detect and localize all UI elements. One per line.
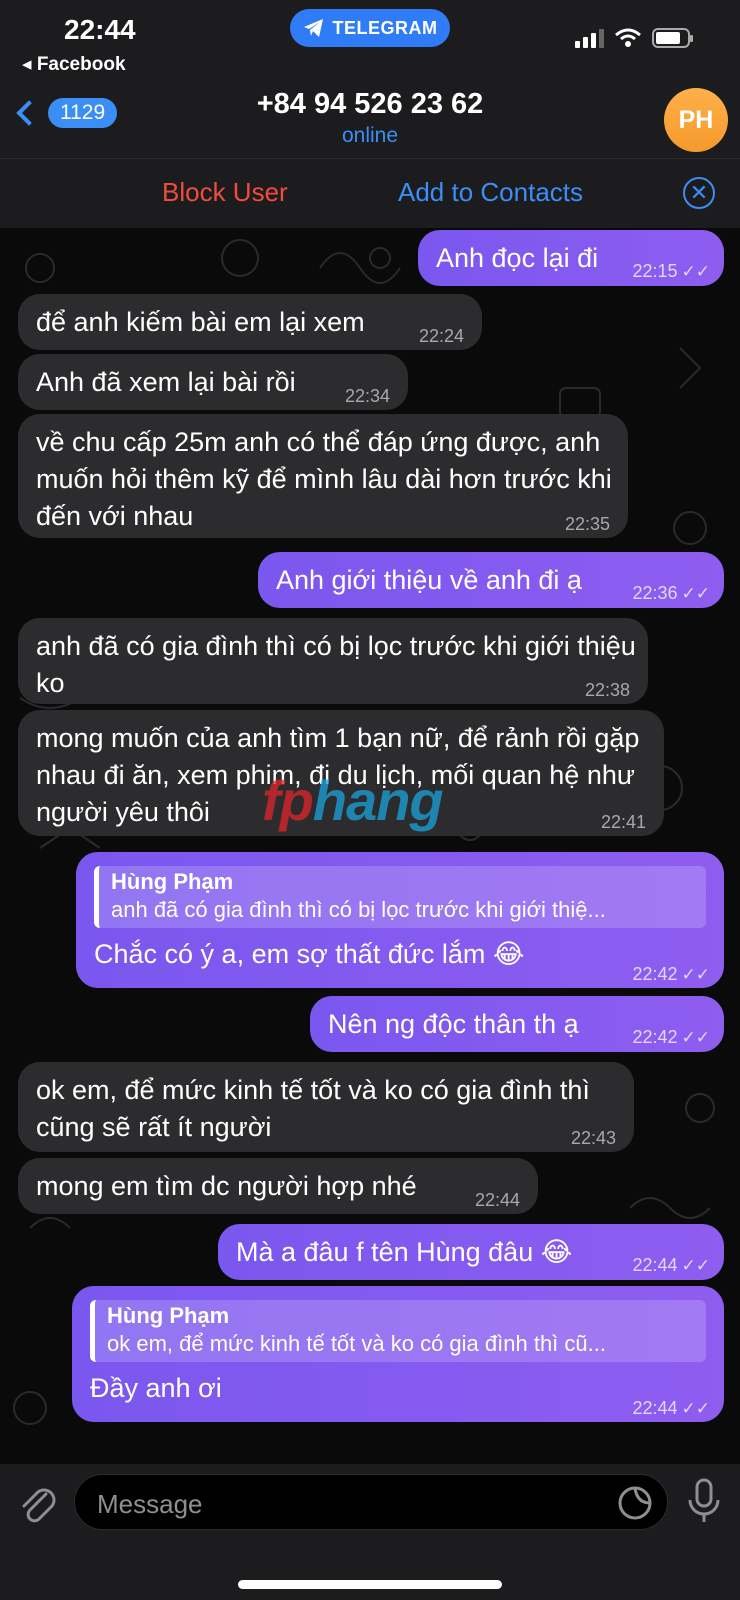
reply-author: Hùng Phạm — [107, 1303, 230, 1328]
message-bubble-incoming[interactable]: mong em tìm dc người hợp nhé 22:44 — [18, 1158, 538, 1214]
reply-snippet: anh đã có gia đình thì có bị lọc trước k… — [111, 897, 606, 922]
wifi-icon — [615, 28, 641, 47]
read-ticks-icon: ✓✓ — [681, 584, 711, 603]
message-input-placeholder: Message — [97, 1489, 203, 1519]
message-input[interactable]: Message — [74, 1474, 668, 1530]
reply-preview[interactable]: Hùng Phạm ok em, để mức kinh tế tốt và k… — [90, 1300, 706, 1362]
system-icons — [575, 28, 693, 48]
message-text: Nên ng độc thân th ạ — [328, 1009, 579, 1039]
telegram-icon — [303, 19, 323, 37]
read-ticks-icon: ✓✓ — [681, 1256, 711, 1275]
message-text: Mà a đâu f tên Hùng đâu 😂 — [236, 1237, 573, 1267]
message-bubble-outgoing[interactable]: Mà a đâu f tên Hùng đâu 😂 22:44 ✓✓ — [218, 1224, 724, 1280]
message-text: Đầy anh ơi — [90, 1373, 222, 1403]
chat-status: online — [341, 124, 399, 147]
message-time: 22:36 — [632, 583, 678, 603]
message-bubble-outgoing[interactable]: Anh đọc lại đi 22:15 ✓✓ — [418, 230, 724, 286]
message-meta: 22:15 ✓✓ — [632, 253, 710, 290]
message-time: 22:42 — [632, 1027, 678, 1047]
message-list[interactable]: Anh đọc lại đi 22:15 ✓✓ để anh kiếm bài e… — [0, 228, 740, 1464]
message-time: 22:35 — [564, 514, 610, 534]
message-text: mong em tìm dc người hợp nhé — [36, 1171, 417, 1201]
sticker-icon[interactable] — [617, 1485, 653, 1521]
message-time: 22:34 — [344, 386, 390, 406]
message-meta: 22:42 ✓✓ — [632, 1019, 710, 1056]
chat-title[interactable]: +84 94 526 23 62 — [0, 88, 740, 121]
app-pill-label: TELEGRAM — [332, 17, 438, 38]
message-text: Anh đọc lại đi — [436, 243, 599, 273]
message-time: 22:24 — [418, 326, 464, 346]
message-bubble-incoming[interactable]: về chu cấp 25m anh có thể đáp ứng được, … — [18, 414, 628, 538]
clock: 22:44 — [64, 14, 136, 45]
home-indicator[interactable] — [238, 1580, 502, 1589]
message-bubble-incoming[interactable]: Anh đã xem lại bài rồi 22:34 — [18, 354, 408, 410]
message-bubble-outgoing-reply[interactable]: Hùng Phạm anh đã có gia đình thì có bị l… — [76, 852, 724, 988]
message-text: Chắc có ý a, em sợ thất đức lắm 😂 — [94, 939, 525, 969]
status-bar: 22:44 ◂ Facebook TELEGRAM — [0, 0, 740, 80]
read-ticks-icon: ✓✓ — [681, 965, 711, 984]
reply-snippet: ok em, để mức kinh tế tốt và ko có gia đ… — [107, 1331, 606, 1356]
message-time: 22:44 — [474, 1190, 520, 1210]
message-bubble-incoming[interactable]: để anh kiếm bài em lại xem 22:24 — [18, 294, 482, 350]
chat-header: 1129 +84 94 526 23 62 online PH — [0, 80, 740, 158]
message-text: để anh kiếm bài em lại xem — [36, 307, 365, 337]
reply-preview[interactable]: Hùng Phạm anh đã có gia đình thì có bị l… — [94, 866, 706, 928]
message-time: 22:42 — [632, 964, 678, 984]
message-time: 22:15 — [632, 261, 678, 281]
microphone-icon[interactable] — [686, 1478, 722, 1524]
message-meta: 22:42 ✓✓ — [632, 956, 710, 993]
avatar[interactable]: PH — [664, 88, 728, 152]
read-ticks-icon: ✓✓ — [681, 1399, 711, 1418]
message-text: Anh giới thiệu về anh đi ạ — [276, 565, 582, 595]
message-bubble-outgoing[interactable]: Anh giới thiệu về anh đi ạ 22:36 ✓✓ — [258, 552, 724, 608]
message-meta: 22:36 ✓✓ — [632, 575, 710, 612]
message-bubble-outgoing[interactable]: Nên ng độc thân th ạ 22:42 ✓✓ — [310, 996, 724, 1052]
message-time: 22:43 — [570, 1128, 616, 1148]
signal-icon — [575, 28, 604, 48]
back-to-app-link[interactable]: ◂ Facebook — [22, 53, 126, 76]
message-meta: 22:44 ✓✓ — [632, 1247, 710, 1284]
add-to-contacts-button[interactable]: Add to Contacts — [398, 177, 583, 208]
message-text: Anh đã xem lại bài rồi — [36, 367, 296, 397]
message-text: về chu cấp 25m anh có thể đáp ứng được, … — [36, 427, 612, 531]
composer-bar: Message — [0, 1464, 740, 1600]
contact-action-bar: Block User Add to Contacts ✕ — [0, 158, 740, 228]
message-meta: 22:44 ✓✓ — [632, 1390, 710, 1427]
reply-author: Hùng Phạm — [111, 869, 234, 894]
message-bubble-incoming[interactable]: anh đã có gia đình thì có bị lọc trước k… — [18, 618, 648, 704]
battery-icon — [652, 28, 693, 48]
app-pill: TELEGRAM — [290, 9, 450, 47]
message-time: 22:38 — [584, 680, 630, 700]
message-text: ok em, để mức kinh tế tốt và ko có gia đ… — [36, 1075, 590, 1142]
message-bubble-outgoing-reply[interactable]: Hùng Phạm ok em, để mức kinh tế tốt và k… — [72, 1286, 724, 1422]
read-ticks-icon: ✓✓ — [681, 1028, 711, 1047]
read-ticks-icon: ✓✓ — [681, 262, 711, 281]
message-time: 22:44 — [632, 1398, 678, 1418]
message-time: 22:41 — [600, 812, 646, 832]
message-time: 22:44 — [632, 1255, 678, 1275]
message-bubble-incoming[interactable]: ok em, để mức kinh tế tốt và ko có gia đ… — [18, 1062, 634, 1152]
paperclip-icon[interactable] — [18, 1482, 58, 1526]
message-text: anh đã có gia đình thì có bị lọc trước k… — [36, 631, 636, 698]
block-user-button[interactable]: Block User — [162, 177, 288, 208]
close-icon[interactable]: ✕ — [683, 177, 715, 209]
watermark: fphang — [262, 769, 444, 832]
